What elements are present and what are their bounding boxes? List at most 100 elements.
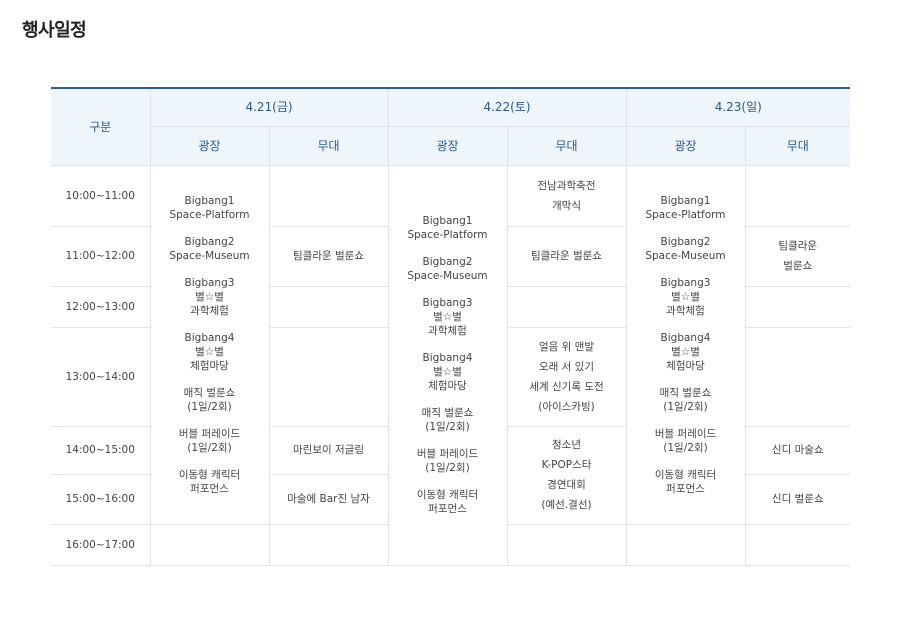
event-line: 세계 신기록 도전 bbox=[529, 380, 604, 393]
day3-stage-empty bbox=[744, 164, 850, 227]
event-line: 개막식 bbox=[552, 199, 581, 212]
day2-plaza-program: Bigbang1 Space-Platform Bigbang2 Space-Muse… bbox=[387, 164, 508, 566]
header-day1-stage: 무대 bbox=[268, 125, 389, 166]
event-line: 경연대회 bbox=[547, 479, 586, 491]
day2-stage-event: 청소년 K-POP스타 경연대회 (예선.결선) bbox=[506, 425, 627, 525]
schedule-panel: 구분 4.21(금) 4.22(토) 4.23(일) 광장 무대 광장 무대 광… bbox=[22, 55, 878, 602]
header-day2-stage: 무대 bbox=[506, 125, 627, 166]
plaza-event-line: 버블 퍼레이드 bbox=[416, 448, 479, 460]
day1-stage-empty bbox=[268, 326, 389, 427]
header-day-3: 4.23(일) bbox=[625, 88, 850, 127]
time-slot: 12:00~13:00 bbox=[51, 285, 151, 328]
event-line: (아이스카빙) bbox=[538, 400, 595, 413]
day1-plaza-empty bbox=[149, 523, 270, 566]
plaza-event-line: 이동형 캐릭터 bbox=[416, 489, 479, 501]
day3-stage-event: 신디 마술쇼 bbox=[744, 425, 850, 475]
header-day1-plaza: 광장 bbox=[150, 125, 270, 166]
plaza-event-line: Bigbang3 bbox=[660, 276, 711, 289]
day2-stage-event: 얼음 위 맨발 오래 서 있기 세계 신기록 도전 (아이스카빙) bbox=[506, 326, 627, 427]
schedule-card: 구분 4.21(금) 4.22(토) 4.23(일) 광장 무대 광장 무대 광… bbox=[22, 55, 878, 602]
plaza-event-line: (1일/2회) bbox=[663, 400, 708, 413]
plaza-event-line: 매직 벌룬쇼 bbox=[659, 386, 712, 399]
day2-stage-empty bbox=[506, 523, 627, 566]
plaza-event-line: 매직 벌룬쇼 bbox=[421, 407, 474, 419]
plaza-event-line: (1일/2회) bbox=[187, 441, 232, 454]
plaza-event-line: 퍼포먼스 bbox=[666, 482, 705, 495]
plaza-event-line: Bigbang1 bbox=[422, 215, 473, 227]
header-day3-plaza: 광장 bbox=[625, 125, 746, 166]
plaza-event-line: 체험마당 bbox=[190, 359, 229, 372]
plaza-event-line: 이동형 캐릭터 bbox=[654, 468, 717, 481]
day3-plaza-empty bbox=[625, 523, 746, 566]
header-category: 구분 bbox=[51, 88, 151, 166]
plaza-event-line: 별☆별 bbox=[671, 290, 700, 303]
plaza-event-line: 버블 퍼레이드 bbox=[178, 427, 241, 440]
header-day2-plaza: 광장 bbox=[387, 125, 508, 166]
plaza-event-line: Bigbang2 bbox=[184, 235, 235, 248]
plaza-event-line: 이동형 캐릭터 bbox=[178, 468, 241, 481]
day3-stage-event: 신디 벌룬쇼 bbox=[744, 473, 850, 525]
plaza-event-line: Bigbang4 bbox=[660, 331, 711, 344]
event-line: 전남과학축전 bbox=[537, 179, 596, 192]
plaza-event-line: 버블 퍼레이드 bbox=[654, 427, 717, 440]
day1-stage-empty bbox=[268, 523, 389, 566]
plaza-event-line: (1일/2회) bbox=[663, 441, 708, 454]
plaza-event-line: Bigbang3 bbox=[422, 297, 473, 309]
plaza-event-line: Space-Museum bbox=[645, 249, 726, 262]
page-title: 행사일정 bbox=[22, 20, 87, 41]
event-line: 얼음 위 맨발 bbox=[539, 340, 594, 353]
schedule-table: 구분 4.21(금) 4.22(토) 4.23(일) 광장 무대 광장 무대 광… bbox=[51, 87, 850, 566]
plaza-event-line: 과학체험 bbox=[666, 304, 705, 317]
plaza-event-line: 별☆별 bbox=[671, 345, 700, 358]
day1-stage-empty bbox=[268, 164, 389, 227]
time-slot: 16:00~17:00 bbox=[51, 523, 151, 566]
plaza-event-line: Bigbang1 bbox=[660, 194, 711, 207]
day2-stage-opening: 전남과학축전 개막식 bbox=[506, 164, 627, 227]
plaza-event-line: (1일/2회) bbox=[425, 462, 470, 474]
day1-plaza-program: Bigbang1 Space-Platform Bigbang2 Space-Muse… bbox=[149, 164, 270, 525]
day2-stage-event: 팀클라운 벌룬쇼 bbox=[506, 225, 627, 287]
plaza-event-line: (1일/2회) bbox=[187, 400, 232, 413]
plaza-event-line: Bigbang3 bbox=[184, 276, 235, 289]
header-day-1: 4.21(금) bbox=[149, 88, 389, 127]
time-slot: 13:00~14:00 bbox=[51, 326, 151, 427]
day3-stage-empty bbox=[744, 326, 850, 427]
plaza-event-line: 매직 벌룬쇼 bbox=[183, 386, 236, 399]
event-line: 벌룬쇼 bbox=[783, 260, 813, 272]
plaza-event-line: 별☆별 bbox=[433, 366, 462, 378]
day2-stage-empty bbox=[506, 285, 627, 328]
plaza-event-line: Space-Platform bbox=[169, 208, 250, 221]
day1-stage-empty bbox=[268, 285, 389, 328]
plaza-event-line: 과학체험 bbox=[190, 304, 229, 317]
plaza-event-line: Space-Platform bbox=[407, 229, 488, 241]
plaza-event-line: 별☆별 bbox=[433, 311, 462, 323]
plaza-event-line: Space-Museum bbox=[169, 249, 250, 262]
plaza-event-line: Bigbang2 bbox=[422, 256, 473, 268]
plaza-event-line: Bigbang1 bbox=[184, 194, 235, 207]
plaza-event-line: 체험마당 bbox=[666, 359, 705, 372]
event-line: K-POP스타 bbox=[541, 459, 592, 471]
event-line: 오래 서 있기 bbox=[539, 360, 594, 373]
day1-stage-event: 마린보이 저글링 bbox=[268, 425, 389, 475]
plaza-event-line: Bigbang4 bbox=[422, 352, 473, 364]
day1-stage-event: 팀클라운 벌룬쇼 bbox=[268, 225, 389, 287]
event-line: (예선.결선) bbox=[541, 499, 592, 511]
header-day-2: 4.22(토) bbox=[387, 88, 627, 127]
time-slot: 14:00~15:00 bbox=[51, 425, 151, 475]
event-line: 팀클라운 bbox=[778, 240, 818, 252]
time-slot: 11:00~12:00 bbox=[51, 225, 151, 287]
plaza-event-line: Space-Platform bbox=[645, 208, 726, 221]
